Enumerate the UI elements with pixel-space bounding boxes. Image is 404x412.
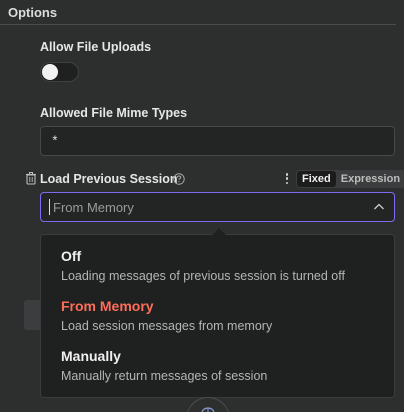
select-value: From Memory [53, 200, 134, 215]
mime-types-label: Allowed File Mime Types [40, 106, 188, 120]
section-divider [0, 24, 396, 25]
toggle-knob [42, 64, 58, 80]
brain-icon [201, 407, 215, 412]
mode-expression-button[interactable]: Expression [336, 171, 404, 187]
kebab-menu-icon[interactable] [283, 173, 291, 186]
option-title: Off [61, 248, 82, 264]
options-panel: Options Allow File Uploads Allowed File … [0, 0, 404, 412]
chevron-up-icon[interactable] [373, 201, 385, 213]
section-title: Options [8, 5, 58, 20]
load-session-label: Load Previous Session [40, 172, 178, 186]
option-title: Manually [61, 348, 121, 364]
mime-types-input[interactable]: * [40, 126, 395, 156]
dropdown-option-manually[interactable]: Manually Manually return messages of ses… [61, 348, 267, 384]
option-description: Load session messages from memory [61, 319, 273, 333]
mode-fixed-button[interactable]: Fixed [297, 171, 336, 187]
mode-toggle: Fixed Expression [296, 170, 404, 188]
option-title: From Memory [61, 298, 154, 314]
dropdown-option-from-memory[interactable]: From Memory Load session messages from m… [61, 298, 272, 334]
trash-icon[interactable] [25, 172, 37, 185]
dropdown-option-off[interactable]: Off Loading messages of previous session… [61, 248, 345, 284]
load-session-select[interactable]: From Memory [40, 192, 395, 222]
file-uploads-label: Allow File Uploads [40, 40, 152, 54]
text-cursor [49, 199, 50, 215]
help-circle-icon[interactable] [173, 173, 185, 185]
session-dropdown: Off Loading messages of previous session… [40, 234, 395, 398]
option-description: Manually return messages of session [61, 369, 268, 383]
file-uploads-toggle[interactable] [40, 62, 79, 82]
option-description: Loading messages of previous session is … [61, 269, 345, 283]
dropdown-pointer [212, 228, 226, 235]
